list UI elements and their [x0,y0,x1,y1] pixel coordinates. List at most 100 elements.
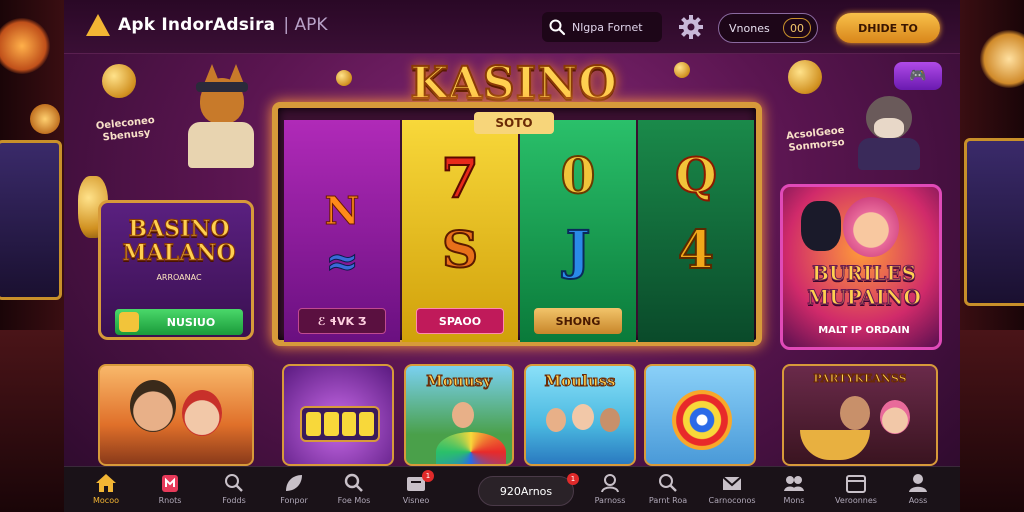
leaf-icon [286,475,302,491]
nav-item-carnoconos[interactable]: Carnoconos [702,473,762,505]
player-avatar [840,396,870,430]
coin-decoration [674,62,690,78]
search-icon [549,19,566,36]
reel-2[interactable]: 7 S SPAOO [402,120,518,342]
nav-label: Carnoconos [708,496,756,505]
nav-label: Rnots [158,496,182,505]
reel-1-symbol-bottom: ≈ [325,238,360,286]
coin-decoration [788,60,822,94]
notification-badge: 1 [567,473,579,485]
player-avatar [182,390,222,436]
mail-icon [722,476,742,490]
nav-label: Aoss [908,496,928,505]
reel-3[interactable]: 0 J SHONG [520,120,636,342]
left-banner-subtitle: ARROANAC [156,273,202,282]
reel-2-symbol-bottom: S [441,219,479,280]
search-bar[interactable]: Nlgpa Fornet [542,12,662,42]
app-logo[interactable]: Apk IndorAdsira | APK [86,14,328,36]
dog-character-right [844,80,934,170]
nav-item-parnoss[interactable]: Parnoss [580,473,640,505]
player-avatar [880,400,910,434]
tile-4-label: Mouluss [544,372,616,391]
left-banner-button[interactable]: NUSIUO [115,309,243,335]
group-icon [784,476,804,491]
nav-label: Fodds [222,496,246,505]
notification-badge: 1 [422,470,434,482]
user-icon [601,474,619,493]
nav-item-rnots[interactable]: Rnots [140,473,200,505]
player-avatar [452,402,474,428]
nav-item-parnt-roa[interactable]: Parnt Roa [638,473,698,505]
app-title: Apk IndorAdsira [118,15,276,35]
nav-label: Mocoo [93,496,119,505]
nav-item-mons[interactable]: Mons [764,473,824,505]
gear-icon[interactable] [678,14,704,40]
player-avatar [130,380,176,432]
game-tile-5[interactable] [644,364,756,466]
right-casino-backdrop [960,0,1024,512]
nav-label: Veroonnes [835,496,877,505]
nav-item-home[interactable]: Mocoo [76,473,136,505]
bird-avatar [801,201,841,251]
reel-3-symbol-bottom: J [565,219,592,282]
tile-6-label: PARTYKEANSS [813,372,907,386]
toggle-value: 00 [783,18,811,38]
left-promo-text: Oeleconeo Sbenusy [95,114,156,144]
left-game-banner[interactable]: BASINO MALANO ARROANAC NUSIUO [98,200,254,340]
reel-1-symbol-top: N [324,188,360,234]
reel-1[interactable]: N ≈ ℰ ɬVK Ʒ [284,120,400,342]
player-avatar [546,408,566,432]
cta-button[interactable]: DHIDE TO [836,13,940,43]
coin-icon [119,312,139,332]
reel-4[interactable]: Q 4 [638,120,754,342]
nav-item-aoss[interactable]: Aoss [888,473,948,505]
toggle-label: Vnones [729,21,770,35]
top-bar: Apk IndorAdsira | APK Nlgpa Fornet Vnone… [64,0,960,54]
left-banner-button-label: NUSIUO [166,315,216,329]
gamepad-icon[interactable]: 🎮 [894,62,942,90]
game-tile-4[interactable]: Mouluss [524,364,636,466]
nav-item-fonpor[interactable]: Fonpor [264,473,324,505]
reel-1-button[interactable]: ℰ ɬVK Ʒ [298,308,386,334]
search-icon [225,474,243,492]
reel-3-button[interactable]: SHONG [534,308,622,334]
center-balance-pill[interactable]: 920Arnos 1 [478,473,579,506]
nav-item-fodds[interactable]: Fodds [204,473,264,505]
food-bowl [800,430,870,460]
profile-icon [909,474,927,492]
search-icon [344,473,363,492]
tile-3-label: Mouusy [426,372,493,391]
nav-item-visneo[interactable]: 1 Visneo [386,470,446,505]
game-tile-1[interactable] [98,364,254,466]
player-avatar [600,408,620,432]
app-title-suffix: | APK [283,15,328,35]
game-tile-3[interactable]: Mouusy [404,364,514,466]
reel-2-button[interactable]: SPAOO [416,308,504,334]
nav-item-veroonnes[interactable]: Veroonnes [826,473,886,505]
nav-label: Parnt Roa [648,496,688,505]
nav-label: Foe Mos [337,496,371,505]
app-window: Apk IndorAdsira | APK Nlgpa Fornet Vnone… [64,0,960,512]
prize-wheel [436,432,506,464]
calendar-icon [846,475,866,493]
logo-triangle-icon [86,14,110,36]
slot-reels[interactable]: N ≈ ℰ ɬVK Ʒ 7 S SPAOO 0 J SHONG Q 4 [272,102,762,346]
nav-label: Fonpor [280,496,308,505]
nav-label: Visneo [402,496,430,505]
card-icon [162,475,178,492]
game-tile-6[interactable]: PARTYKEANSS [782,364,938,466]
nav-label: Parnoss [594,496,626,505]
reel-2-symbol-top: 7 [440,145,480,211]
coin-decoration [336,70,352,86]
right-banner-subtitle: MALT IP ORDAIN [818,325,910,336]
right-banner-title: BURILES MUPAINO [807,261,922,310]
mode-toggle[interactable]: Vnones 00 [718,13,818,43]
home-icon [96,474,116,492]
right-game-banner[interactable]: BURILES MUPAINO MALT IP ORDAIN [780,184,942,350]
nav-item-foe-mos[interactable]: Foe Mos [324,473,384,505]
coin-decoration [102,64,136,98]
game-tile-2[interactable] [282,364,394,466]
hero-subtitle: SOTO [474,112,554,134]
reel-3-symbol-top: 0 [560,145,597,206]
search-label: Nlgpa Fornet [572,20,643,34]
